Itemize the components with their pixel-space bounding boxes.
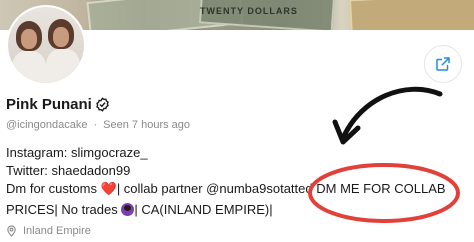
annotation-overlay (308, 86, 460, 223)
highlight-circle (308, 163, 460, 223)
